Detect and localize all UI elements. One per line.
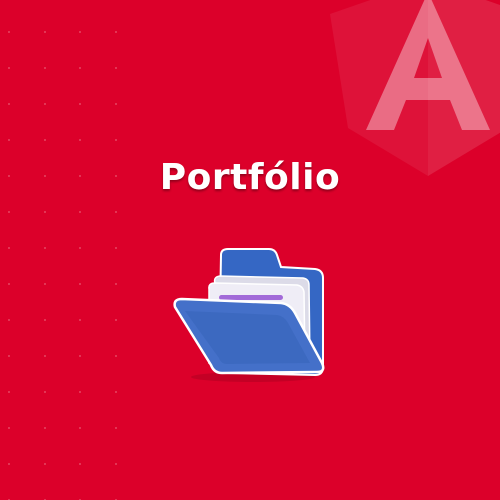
- grid-dot: [79, 247, 81, 249]
- grid-dot: [115, 319, 117, 321]
- grid-dot: [8, 103, 10, 105]
- grid-dot: [115, 211, 117, 213]
- grid-dot: [8, 139, 10, 141]
- grid-dot: [8, 319, 10, 321]
- grid-dot: [44, 139, 46, 141]
- grid-dot: [115, 427, 117, 429]
- grid-dot: [79, 103, 81, 105]
- grid-dot: [79, 355, 81, 357]
- grid-dot: [8, 463, 10, 465]
- grid-dot: [44, 427, 46, 429]
- grid-dot: [115, 31, 117, 33]
- grid-dot: [8, 247, 10, 249]
- grid-dot: [115, 103, 117, 105]
- grid-dot: [115, 139, 117, 141]
- grid-dot: [8, 31, 10, 33]
- portfolio-card: Portfólio: [0, 0, 500, 500]
- grid-dot: [115, 283, 117, 285]
- grid-dot: [44, 283, 46, 285]
- grid-dot: [44, 211, 46, 213]
- grid-dot: [115, 463, 117, 465]
- grid-dot: [8, 355, 10, 357]
- grid-dot: [8, 283, 10, 285]
- grid-dot: [79, 139, 81, 141]
- grid-dot: [8, 211, 10, 213]
- grid-dot: [44, 391, 46, 393]
- grid-dot: [8, 427, 10, 429]
- grid-dot: [44, 67, 46, 69]
- open-folder-icon: [173, 248, 325, 382]
- grid-dot: [8, 391, 10, 393]
- grid-dot: [79, 463, 81, 465]
- grid-dot: [79, 67, 81, 69]
- grid-dot: [44, 355, 46, 357]
- grid-dot: [79, 391, 81, 393]
- grid-dot: [115, 67, 117, 69]
- grid-dot: [44, 319, 46, 321]
- grid-dot: [79, 283, 81, 285]
- grid-dot: [44, 103, 46, 105]
- grid-dot: [79, 31, 81, 33]
- grid-dot: [44, 463, 46, 465]
- grid-dot: [115, 391, 117, 393]
- grid-dot: [115, 247, 117, 249]
- grid-dot: [44, 247, 46, 249]
- grid-dot: [79, 427, 81, 429]
- grid-dot: [115, 355, 117, 357]
- grid-dot: [8, 67, 10, 69]
- grid-dot: [44, 31, 46, 33]
- grid-dot: [79, 319, 81, 321]
- page-title: Portfólio: [159, 157, 341, 198]
- grid-dot: [79, 211, 81, 213]
